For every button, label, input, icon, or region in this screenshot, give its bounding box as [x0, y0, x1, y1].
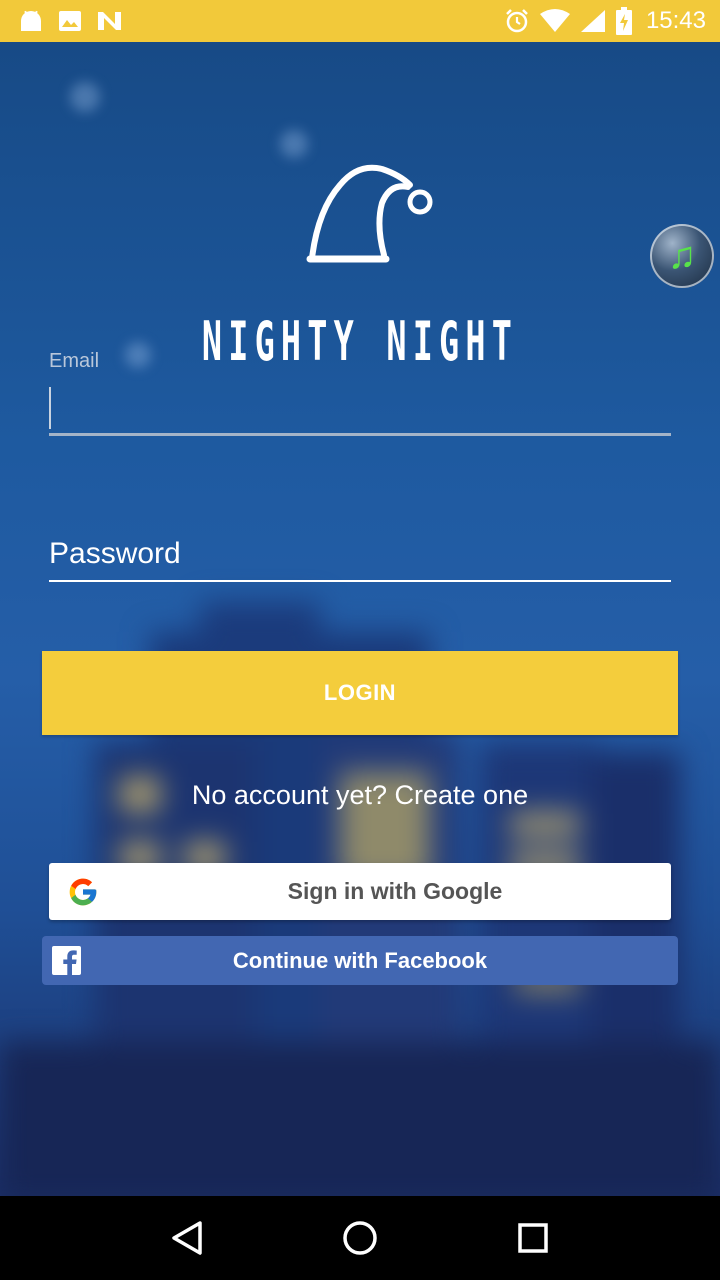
battery-icon: [615, 7, 632, 35]
login-button[interactable]: LOGIN: [42, 651, 678, 735]
status-right-icons: 15:43: [504, 7, 706, 35]
home-icon: [343, 1221, 377, 1255]
status-bar: 15:43: [0, 0, 720, 42]
status-time: 15:43: [645, 7, 706, 34]
back-icon: [171, 1221, 202, 1255]
recents-button[interactable]: [503, 1208, 563, 1268]
nightcap-logo-icon: [306, 164, 433, 263]
signal-icon: [580, 9, 606, 33]
google-sign-in-button[interactable]: Sign in with Google: [49, 863, 671, 920]
email-field[interactable]: [49, 382, 671, 436]
status-left-icons: [18, 9, 124, 33]
background-star: [280, 130, 308, 158]
email-label: Email: [49, 350, 100, 372]
music-note-icon: ♫: [667, 234, 697, 277]
image-icon: [58, 10, 82, 32]
app-title: NIGHTY NIGHT: [201, 310, 519, 373]
alarm-icon: [504, 8, 530, 34]
home-button[interactable]: [330, 1208, 390, 1268]
text-cursor: [49, 387, 51, 429]
android-icon: [18, 9, 44, 33]
create-account-link[interactable]: No account yet? Create one: [0, 780, 720, 811]
navigation-bar: [0, 1196, 720, 1280]
login-screen: NIGHTY NIGHT ♫ Email LOGIN No account ye…: [0, 42, 720, 1196]
google-button-label: Sign in with Google: [287, 878, 503, 904]
facebook-button-label: Continue with Facebook: [232, 947, 488, 973]
facebook-login-button[interactable]: Continue with Facebook: [42, 936, 678, 985]
password-field[interactable]: [49, 528, 671, 582]
n-notification-icon: [96, 10, 124, 32]
wifi-icon: [539, 9, 570, 33]
music-toggle-button[interactable]: ♫: [650, 224, 714, 288]
google-logo-icon: [69, 878, 97, 906]
background-star: [70, 82, 100, 112]
recents-icon: [518, 1223, 549, 1253]
facebook-logo-icon: [52, 946, 81, 975]
back-button[interactable]: [157, 1208, 217, 1268]
